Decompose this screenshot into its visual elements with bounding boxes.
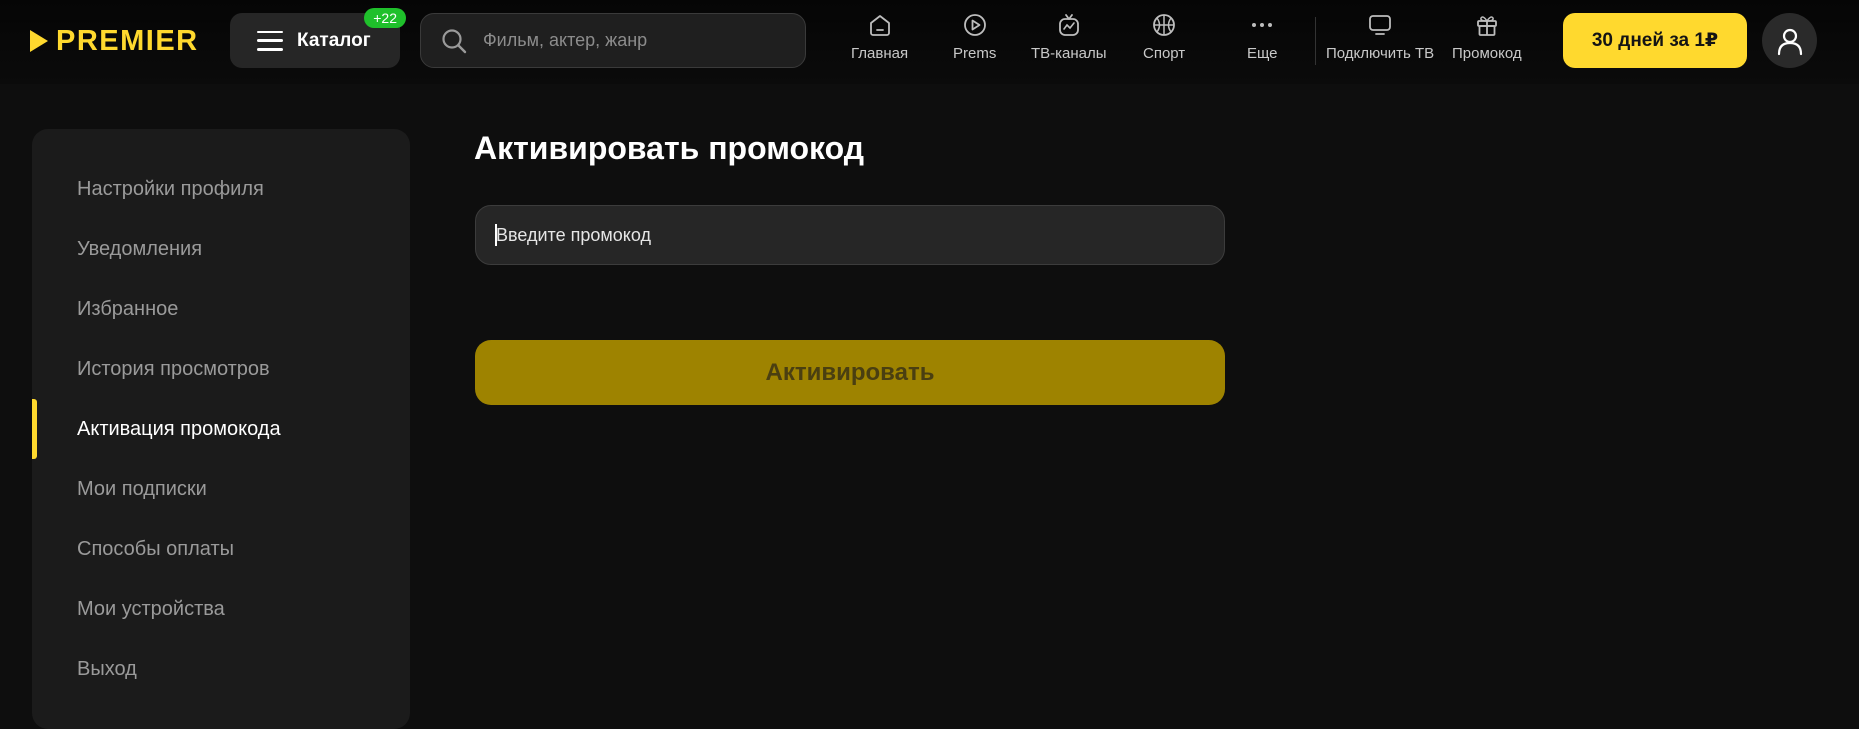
tv-channels-icon [1058, 14, 1079, 36]
catalog-button[interactable]: Каталог +22 [230, 8, 406, 68]
premier-logo[interactable]: PREMIER [30, 24, 199, 58]
home-icon [869, 15, 890, 36]
sidebar-item-favorites[interactable]: Избранное [32, 279, 410, 339]
nav-connect-tv-label: Подключить ТВ [1326, 45, 1435, 62]
nav-sport[interactable]: Спорт [1143, 12, 1185, 72]
nav-connect-tv[interactable]: Подключить ТВ [1326, 12, 1434, 72]
search-box [420, 13, 806, 68]
sidebar-item-subscriptions[interactable]: Мои подписки [32, 459, 410, 519]
activate-button[interactable]: Активировать [475, 340, 1225, 405]
profile-sidebar: Настройки профиля Уведомления Избранное … [32, 129, 410, 729]
page-title: Активировать промокод [474, 130, 865, 166]
promo-code-input[interactable] [475, 205, 1225, 265]
sidebar-item-logout[interactable]: Выход [32, 639, 410, 699]
catalog-new-badge: +22 [364, 8, 406, 28]
menu-icon [257, 30, 283, 51]
catalog-label: Каталог [297, 29, 371, 51]
top-header: PREMIER Каталог +22 Главная Prems [0, 0, 1859, 84]
gift-icon [1476, 16, 1497, 36]
search-icon [442, 28, 467, 53]
nav-more-label: Еще [1247, 45, 1278, 62]
nav-prems-label: Prems [953, 45, 997, 62]
sidebar-item-devices[interactable]: Мои устройства [32, 579, 410, 639]
sidebar-item-promo-activation[interactable]: Активация промокода [32, 399, 410, 459]
nav-tv-channels[interactable]: ТВ-каналы [1031, 12, 1107, 72]
nav-home-label: Главная [851, 45, 909, 62]
trial-offer-button[interactable]: 30 дней за 1₽ [1563, 13, 1747, 68]
play-icon [963, 14, 986, 36]
connect-tv-icon [1369, 15, 1391, 35]
nav-promocode-label: Промокод [1452, 45, 1522, 62]
nav-home[interactable]: Главная [851, 12, 908, 72]
search-input[interactable] [483, 30, 783, 51]
logo-text: PREMIER [56, 24, 199, 57]
profile-button[interactable] [1762, 13, 1817, 68]
logo-play-icon [30, 30, 48, 52]
sidebar-item-watch-history[interactable]: История просмотров [32, 339, 410, 399]
more-icon [1252, 23, 1273, 27]
nav-sport-label: Спорт [1143, 45, 1186, 62]
sidebar-item-profile-settings[interactable]: Настройки профиля [32, 159, 410, 219]
user-icon [1777, 28, 1802, 55]
text-cursor [495, 224, 497, 246]
nav-tv-channels-label: ТВ-каналы [1031, 45, 1107, 62]
nav-divider [1315, 17, 1316, 65]
sidebar-item-notifications[interactable]: Уведомления [32, 219, 410, 279]
nav-prems[interactable]: Prems [953, 12, 996, 72]
basketball-icon [1153, 14, 1175, 36]
nav-promocode[interactable]: Промокод [1452, 12, 1522, 72]
sidebar-item-payment-methods[interactable]: Способы оплаты [32, 519, 410, 579]
nav-more[interactable]: Еще [1247, 12, 1278, 72]
